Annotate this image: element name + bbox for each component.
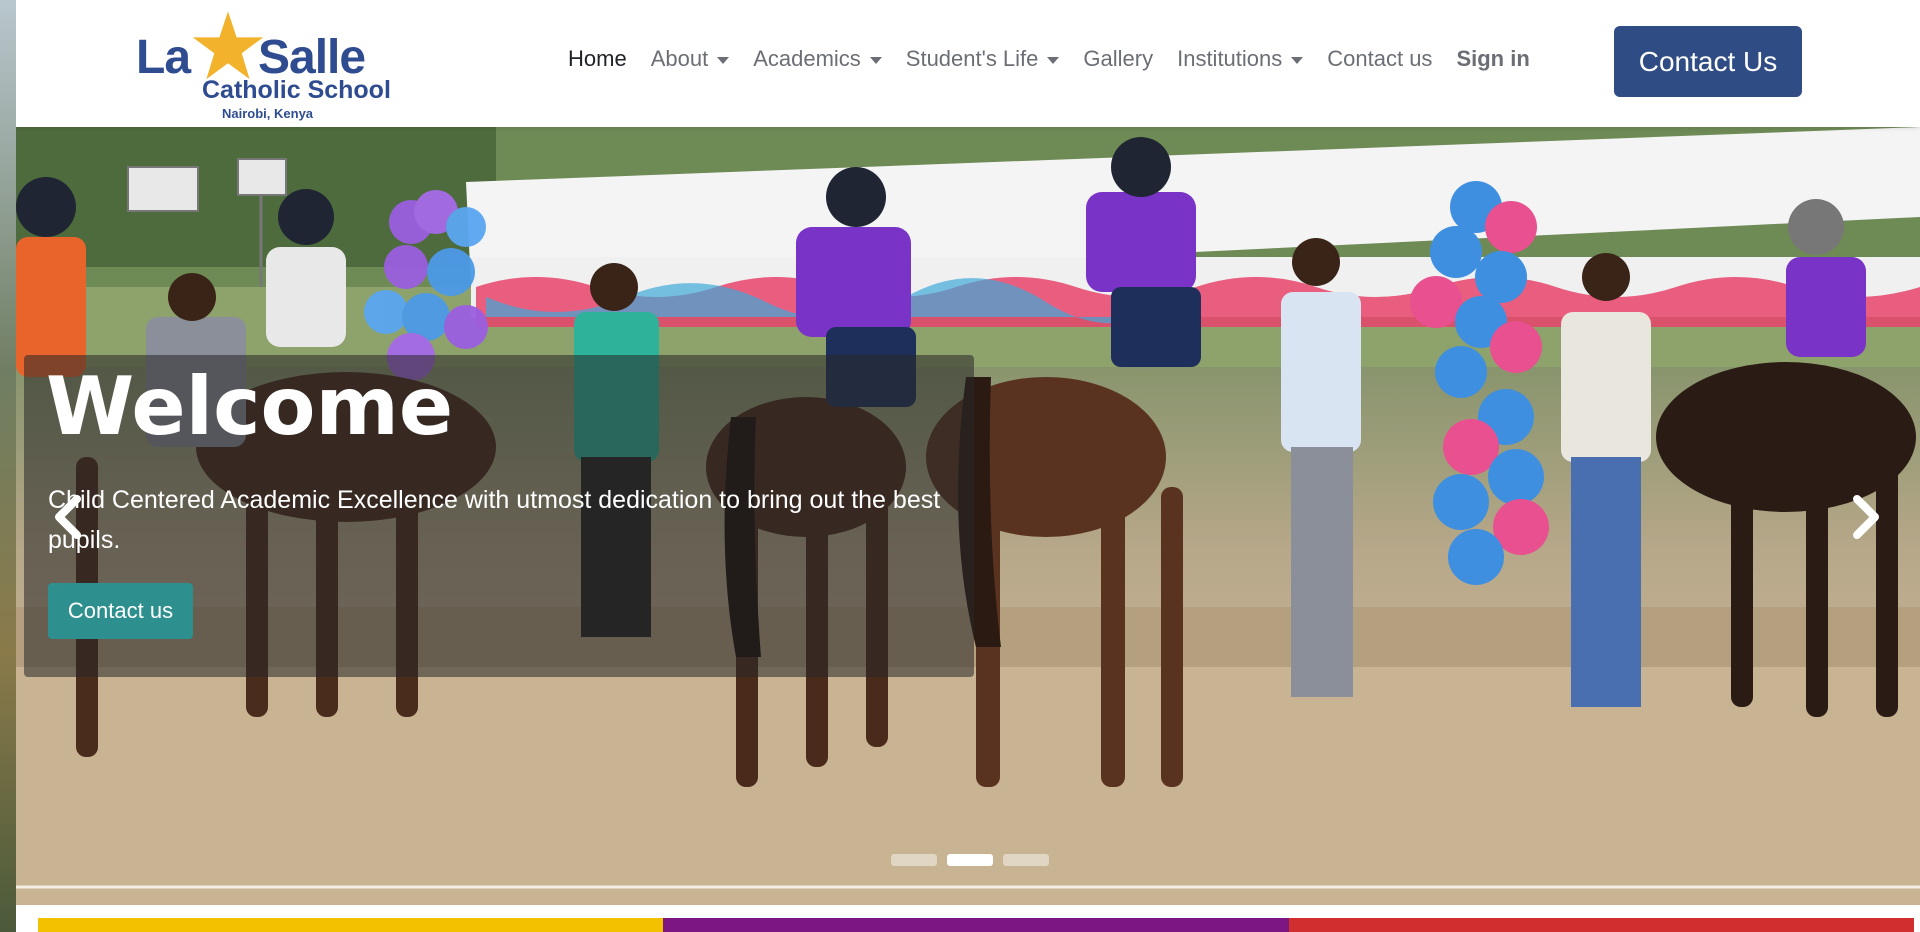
caret-down-icon <box>1047 56 1060 64</box>
logo-subtitle: Catholic School <box>202 76 391 104</box>
logo-name-left: La <box>136 31 191 84</box>
caret-down-icon <box>717 56 730 64</box>
contact-us-button[interactable]: Contact Us <box>1614 26 1802 97</box>
hero-carousel: Welcome Child Centered Academic Excellen… <box>16 127 1920 905</box>
color-stripe-yellow <box>38 918 664 932</box>
hero-title: Welcome <box>46 360 454 453</box>
carousel-indicator-1[interactable] <box>891 854 937 866</box>
color-stripe-bar <box>38 918 1914 932</box>
chevron-left-icon <box>55 495 81 539</box>
carousel-indicator-3[interactable] <box>1003 854 1049 866</box>
nav-contact-us[interactable]: Contact us <box>1327 46 1432 72</box>
nav-students-life[interactable]: Student's Life <box>906 46 1060 72</box>
logo-location: Nairobi, Kenya <box>222 106 314 121</box>
nav-gallery-label: Gallery <box>1083 46 1154 71</box>
carousel-prev-button[interactable] <box>38 477 98 557</box>
nav-sign-in[interactable]: Sign in <box>1456 46 1529 72</box>
nav-students-life-label: Student's Life <box>905 46 1039 71</box>
nav-institutions[interactable]: Institutions <box>1177 46 1304 72</box>
hero-contact-button[interactable]: Contact us <box>48 583 193 639</box>
left-background-strip <box>0 0 16 932</box>
main-nav: Home About Academics Student's Life Gall… <box>568 46 1554 72</box>
hero-text: Child Centered Academic Excellence with … <box>48 486 941 554</box>
nav-academics-label: Academics <box>753 46 861 71</box>
school-logo[interactable]: La Salle Catholic School Nairobi, Kenya <box>136 10 416 121</box>
nav-home-label: Home <box>568 46 627 71</box>
nav-about[interactable]: About <box>651 46 730 72</box>
carousel-next-button[interactable] <box>1836 477 1896 557</box>
nav-contact-us-label: Contact us <box>1327 46 1433 71</box>
chevron-right-icon <box>1853 495 1879 539</box>
caret-down-icon <box>1291 56 1304 64</box>
nav-sign-in-label: Sign in <box>1456 46 1530 71</box>
caret-down-icon <box>869 56 882 64</box>
carousel-caption: Welcome Child Centered Academic Excellen… <box>24 355 974 677</box>
star-icon <box>192 11 264 80</box>
nav-institutions-label: Institutions <box>1177 46 1283 71</box>
page: La Salle Catholic School Nairobi, Kenya … <box>16 0 1920 932</box>
nav-gallery[interactable]: Gallery <box>1083 46 1153 72</box>
carousel-indicators <box>891 854 1059 866</box>
nav-about-label: About <box>650 46 709 71</box>
color-stripe-red <box>1288 918 1914 932</box>
nav-home[interactable]: Home <box>568 46 627 72</box>
color-stripe-purple <box>663 918 1289 932</box>
nav-academics[interactable]: Academics <box>753 46 882 72</box>
navbar: La Salle Catholic School Nairobi, Kenya … <box>16 0 1920 127</box>
carousel-indicator-2[interactable] <box>947 854 993 866</box>
